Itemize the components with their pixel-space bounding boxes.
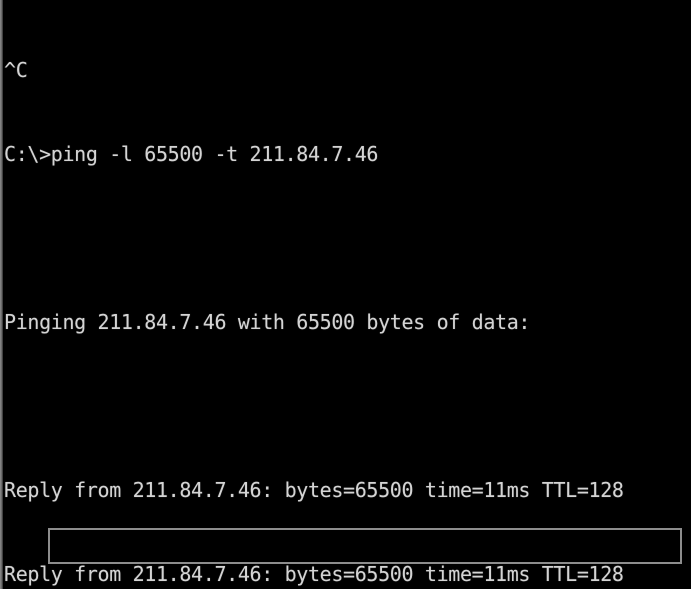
window-left-border — [0, 0, 3, 589]
command-prompt-window[interactable]: ^C C:\>ping -l 65500 -t 211.84.7.46 Ping… — [0, 0, 691, 589]
console-output-text[interactable]: ^C C:\>ping -l 65500 -t 211.84.7.46 Ping… — [4, 0, 691, 589]
console-line-pinging-header: Pinging 211.84.7.46 with 65500 bytes of … — [4, 310, 531, 334]
console-line-blank-2 — [4, 392, 691, 420]
console-line-reply: Reply from 211.84.7.46: bytes=65500 time… — [4, 478, 624, 502]
console-line-prompt-command: C:\>ping -l 65500 -t 211.84.7.46 — [4, 142, 379, 166]
console-line-blank-1 — [4, 224, 691, 252]
console-line-clipped-tail: ^C — [4, 580, 691, 589]
console-line-interrupt: ^C — [4, 58, 28, 82]
